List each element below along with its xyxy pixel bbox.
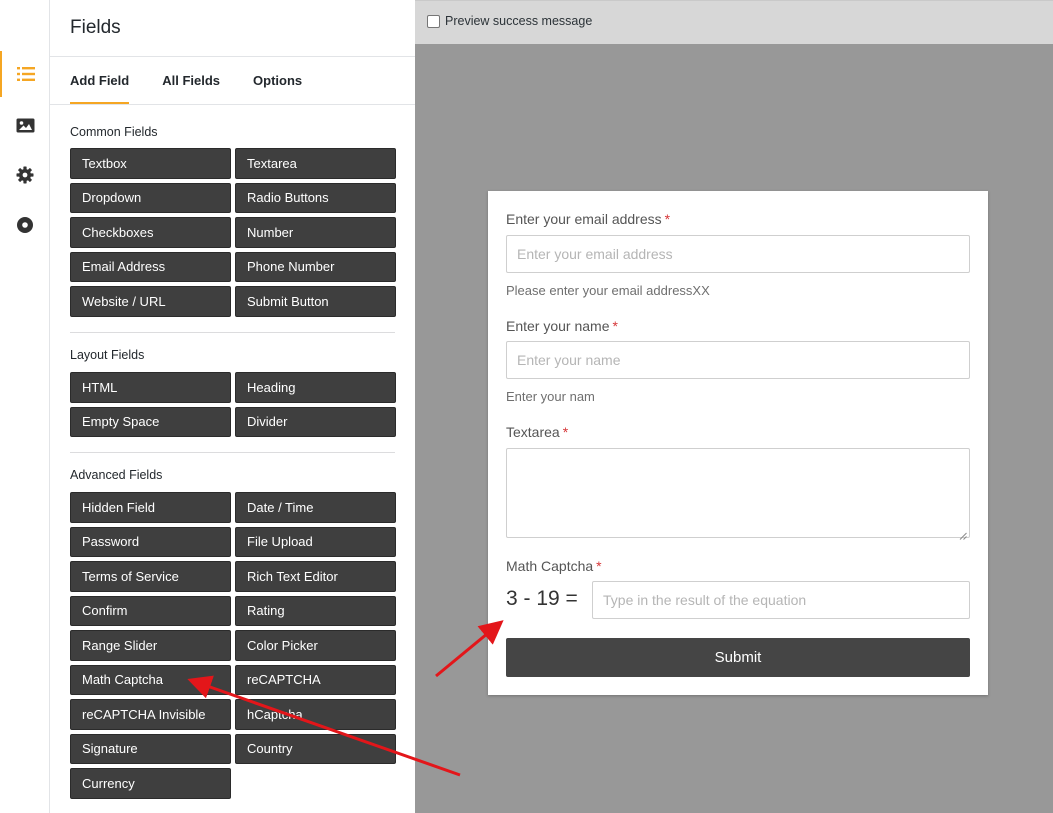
form-preview-area: Preview success message Enter your email… bbox=[415, 0, 1053, 813]
list-icon bbox=[16, 66, 36, 82]
captcha-label: Math Captcha * bbox=[506, 558, 602, 574]
submit-button[interactable]: Submit bbox=[506, 638, 970, 677]
advanced-fields-heading: Advanced Fields bbox=[70, 468, 163, 482]
email-label: Enter your email address * bbox=[506, 211, 670, 227]
required-mark: * bbox=[562, 424, 569, 440]
preview-toolbar: Preview success message bbox=[415, 0, 1053, 44]
add-heading-button[interactable]: Heading bbox=[235, 372, 396, 403]
common-fields-heading: Common Fields bbox=[70, 125, 158, 139]
add-math-captcha-button[interactable]: Math Captcha bbox=[70, 664, 231, 695]
tab-add-field[interactable]: Add Field bbox=[70, 58, 130, 104]
add-password-button[interactable]: Password bbox=[70, 526, 231, 557]
add-email-address-button[interactable]: Email Address bbox=[70, 251, 231, 282]
add-rating-button[interactable]: Rating bbox=[235, 595, 396, 626]
name-label-text: Enter your name bbox=[506, 318, 610, 334]
rail-media-button[interactable] bbox=[0, 102, 50, 148]
add-hcaptcha-button[interactable]: hCaptcha bbox=[235, 699, 396, 730]
image-icon bbox=[16, 118, 35, 133]
email-help-text: Please enter your email addressXX bbox=[506, 283, 710, 298]
add-file-upload-button[interactable]: File Upload bbox=[235, 526, 396, 557]
layout-fields-heading: Layout Fields bbox=[70, 348, 145, 362]
required-mark: * bbox=[596, 558, 602, 574]
name-help-text: Enter your nam bbox=[506, 389, 595, 404]
captcha-equation: 3 - 19 = bbox=[506, 587, 578, 610]
textarea-label-text: Textarea bbox=[506, 424, 560, 440]
add-checkboxes-button[interactable]: Checkboxes bbox=[70, 217, 231, 248]
email-field[interactable]: Enter your email address bbox=[506, 235, 970, 273]
add-website-url-button[interactable]: Website / URL bbox=[70, 286, 231, 317]
preview-success-checkbox[interactable] bbox=[427, 15, 440, 28]
name-field[interactable]: Enter your name bbox=[506, 341, 970, 379]
section-divider bbox=[70, 332, 395, 333]
add-dropdown-button[interactable]: Dropdown bbox=[70, 182, 231, 213]
add-country-button[interactable]: Country bbox=[235, 733, 396, 764]
rail-style-button[interactable] bbox=[0, 202, 50, 248]
email-placeholder: Enter your email address bbox=[517, 246, 673, 262]
common-fields-grid: Textbox Textarea Dropdown Radio Buttons … bbox=[70, 148, 396, 317]
add-hidden-field-button[interactable]: Hidden Field bbox=[70, 492, 231, 523]
gear-icon bbox=[16, 166, 34, 184]
add-rich-text-editor-button[interactable]: Rich Text Editor bbox=[235, 561, 396, 592]
panel-tabs: Add Field All Fields Options bbox=[70, 58, 335, 104]
add-signature-button[interactable]: Signature bbox=[70, 733, 231, 764]
add-range-slider-button[interactable]: Range Slider bbox=[70, 630, 231, 661]
add-divider-button[interactable]: Divider bbox=[235, 406, 396, 437]
add-empty-space-button[interactable]: Empty Space bbox=[70, 406, 231, 437]
preview-success-label[interactable]: Preview success message bbox=[445, 14, 592, 28]
advanced-fields-grid: Hidden Field Date / Time Password File U… bbox=[70, 492, 396, 799]
add-recaptcha-invisible-button[interactable]: reCAPTCHA Invisible bbox=[70, 699, 231, 730]
captcha-answer-field[interactable]: Type in the result of the equation bbox=[592, 581, 970, 619]
required-mark: * bbox=[664, 211, 671, 227]
add-html-button[interactable]: HTML bbox=[70, 372, 231, 403]
add-confirm-button[interactable]: Confirm bbox=[70, 595, 231, 626]
resize-grip-icon[interactable] bbox=[959, 527, 967, 540]
required-mark: * bbox=[612, 318, 618, 334]
captcha-placeholder: Type in the result of the equation bbox=[603, 592, 807, 608]
tabs-divider bbox=[50, 104, 415, 105]
panel-title: Fields bbox=[70, 17, 121, 38]
textarea-field[interactable] bbox=[506, 448, 970, 540]
form-preview-card: Enter your email address * Enter your ema… bbox=[488, 191, 988, 695]
captcha-label-text: Math Captcha bbox=[506, 558, 594, 574]
add-recaptcha-button[interactable]: reCAPTCHA bbox=[235, 664, 396, 695]
name-placeholder: Enter your name bbox=[517, 352, 621, 368]
add-textarea-button[interactable]: Textarea bbox=[235, 148, 396, 179]
add-color-picker-button[interactable]: Color Picker bbox=[235, 630, 396, 661]
fields-panel: Fields Add Field All Fields Options Comm… bbox=[50, 0, 415, 813]
layout-fields-grid: HTML Heading Empty Space Divider bbox=[70, 372, 396, 437]
section-divider bbox=[70, 452, 395, 453]
add-terms-of-service-button[interactable]: Terms of Service bbox=[70, 561, 231, 592]
icon-rail bbox=[0, 0, 50, 813]
textarea-label: Textarea * bbox=[506, 424, 568, 440]
add-number-button[interactable]: Number bbox=[235, 217, 396, 248]
tab-options[interactable]: Options bbox=[253, 58, 302, 104]
add-date-time-button[interactable]: Date / Time bbox=[235, 492, 396, 523]
name-label: Enter your name * bbox=[506, 318, 618, 334]
rail-fields-button[interactable] bbox=[0, 51, 50, 97]
add-textbox-button[interactable]: Textbox bbox=[70, 148, 231, 179]
add-phone-number-button[interactable]: Phone Number bbox=[235, 251, 396, 282]
add-currency-button[interactable]: Currency bbox=[70, 768, 231, 799]
add-submit-button-button[interactable]: Submit Button bbox=[235, 286, 396, 317]
email-label-text: Enter your email address bbox=[506, 211, 662, 227]
rail-settings-button[interactable] bbox=[0, 152, 50, 198]
panel-header-divider bbox=[50, 56, 415, 57]
tab-all-fields[interactable]: All Fields bbox=[162, 58, 220, 104]
add-radio-buttons-button[interactable]: Radio Buttons bbox=[235, 182, 396, 213]
record-icon bbox=[16, 216, 34, 234]
